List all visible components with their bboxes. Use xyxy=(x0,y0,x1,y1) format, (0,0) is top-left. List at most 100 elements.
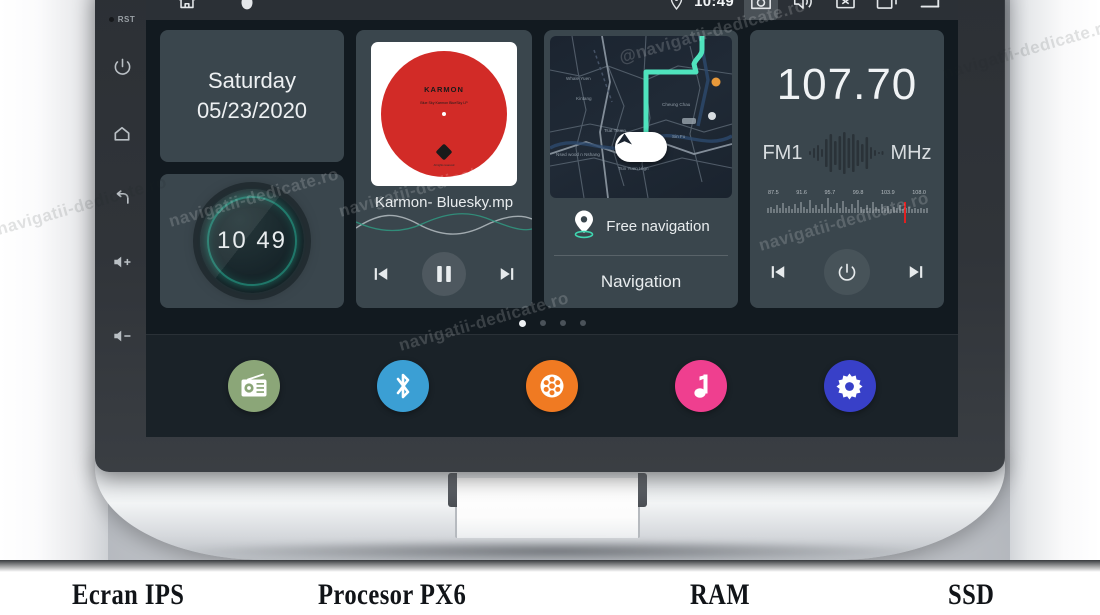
radio-power-button[interactable] xyxy=(824,249,870,295)
film-reel-icon xyxy=(540,374,564,398)
next-station-button[interactable] xyxy=(906,262,926,282)
screenshot-root: RST 10:49 Saturday 05/23/2020 10 49 KARM… xyxy=(0,0,1100,615)
vehicle-position-marker xyxy=(615,132,667,162)
page-dot[interactable] xyxy=(559,320,566,326)
navigation-title: Navigation xyxy=(600,272,682,291)
dock-item-settings[interactable] xyxy=(823,360,876,412)
map-roads: Whale Yuen Kintang Tsat Tsuen Cheung Cha… xyxy=(550,36,732,198)
app-dock xyxy=(146,334,958,437)
status-bar-clock: 10:49 xyxy=(694,0,734,10)
radio-frequency: 107.70 xyxy=(776,60,918,109)
date-weekday: Saturday xyxy=(207,68,297,93)
previous-station-button[interactable] xyxy=(768,262,788,282)
pause-icon xyxy=(437,266,451,282)
next-track-button[interactable] xyxy=(497,264,517,284)
music-widget[interactable]: KARMON Blue Sky Karmon BlueSky LP All ri… xyxy=(356,30,532,308)
svg-text:Tsin Yuen Hign: Tsin Yuen Hign xyxy=(618,166,649,171)
dock-item-radio[interactable] xyxy=(228,360,281,412)
spec-banner: Ecran IPS Procesor PX6 RAM SSD xyxy=(0,560,1100,615)
free-navigation-row[interactable]: Free navigation xyxy=(554,198,728,256)
dashboard-shadow xyxy=(185,540,925,562)
navigation-widget[interactable]: Whale Yuen Kintang Tsat Tsuen Cheung Cha… xyxy=(544,30,738,308)
dock-item-bluetooth[interactable] xyxy=(377,360,430,412)
page-dot[interactable] xyxy=(579,320,586,326)
radio-tuning-scale[interactable]: 87.5 91.6 95.7 99.8 103.9 108.0 xyxy=(766,190,928,231)
banner-gradient xyxy=(0,560,1100,572)
navigation-arrow-icon xyxy=(617,133,632,145)
close-box-icon[interactable] xyxy=(828,0,862,16)
reset-pinhole[interactable]: RST xyxy=(108,12,136,26)
album-brand-label: KARMON xyxy=(424,85,464,94)
page-dot-active[interactable] xyxy=(518,319,526,327)
svg-text:Cheung Chau: Cheung Chau xyxy=(662,102,691,107)
navigation-title-row[interactable]: Navigation xyxy=(544,256,738,308)
radio-widget[interactable]: 107.70 FM1 MHz 87.5 91.6 95.7 99.8 103.9… xyxy=(750,30,944,308)
skip-previous-icon xyxy=(771,266,785,278)
previous-track-button[interactable] xyxy=(371,264,391,284)
clock-widget[interactable]: 10 49 xyxy=(160,174,344,308)
clock-dial: 10 49 xyxy=(200,189,304,293)
status-shield-icon[interactable] xyxy=(230,0,264,16)
map-poi-grey xyxy=(708,112,716,120)
skip-previous-icon xyxy=(375,268,388,280)
map-preview[interactable]: Whale Yuen Kintang Tsat Tsuen Cheung Cha… xyxy=(550,36,732,198)
play-pause-button[interactable] xyxy=(421,252,466,296)
svg-text:Nsed wood n Nshang: Nsed wood n Nshang xyxy=(556,152,600,157)
hardware-power-button[interactable] xyxy=(102,46,142,86)
date-value: 05/23/2020 xyxy=(196,98,308,123)
spec-item-processor: Procesor PX6 xyxy=(318,578,467,611)
bluetooth-icon xyxy=(396,373,410,399)
svg-text:Kintang: Kintang xyxy=(576,96,592,101)
volume-icon[interactable] xyxy=(786,0,820,16)
camera-icon[interactable] xyxy=(744,0,778,20)
radio-icon xyxy=(241,373,267,397)
radio-unit-label: MHz xyxy=(890,141,932,164)
clock-time: 10 49 xyxy=(216,227,288,254)
hardware-back-button[interactable] xyxy=(102,178,142,218)
hardware-key-column: RST xyxy=(96,0,148,472)
recent-apps-icon[interactable] xyxy=(870,0,904,16)
map-poi-orange xyxy=(711,77,721,87)
status-bar: 10:49 xyxy=(146,0,958,20)
hardware-volume-up-button[interactable] xyxy=(102,242,142,282)
svg-text:Sin Fu: Sin Fu xyxy=(672,134,686,139)
power-icon xyxy=(113,57,132,76)
skip-next-icon xyxy=(909,266,923,278)
free-navigation-label: Free navigation xyxy=(606,218,710,235)
radio-scale-ruler xyxy=(767,198,928,223)
status-bar-right: 10:49 xyxy=(666,0,946,20)
dock-item-music[interactable] xyxy=(674,360,727,412)
volume-down-icon xyxy=(112,328,132,344)
dock-item-video[interactable] xyxy=(525,360,578,412)
gear-icon xyxy=(836,372,863,400)
skip-next-icon xyxy=(500,268,513,280)
status-home-icon[interactable] xyxy=(170,0,204,16)
album-disc: KARMON Blue Sky Karmon BlueSky LP All ri… xyxy=(381,51,507,177)
volume-up-icon xyxy=(112,254,132,270)
home-icon xyxy=(112,124,132,144)
reset-pinhole-icon xyxy=(108,16,114,22)
radio-band-row: FM1 MHz xyxy=(750,132,944,174)
album-spindle-hole xyxy=(442,112,446,117)
dashboard-left-trim xyxy=(0,0,108,560)
status-back-arrow-icon[interactable] xyxy=(912,0,946,16)
radio-band-label: FM1 xyxy=(762,141,803,164)
location-pin-icon xyxy=(666,0,686,16)
page-indicator xyxy=(146,312,958,334)
hardware-home-button[interactable] xyxy=(102,114,142,154)
svg-text:Whale Yuen: Whale Yuen xyxy=(566,76,591,81)
dashboard-right-trim xyxy=(1010,0,1100,560)
spec-item-ram: RAM xyxy=(690,578,750,611)
date-widget[interactable]: Saturday 05/23/2020 xyxy=(160,30,344,162)
album-logo-icon xyxy=(435,143,453,161)
date-clock-column: Saturday 05/23/2020 10 49 xyxy=(160,30,344,308)
spec-item-ssd: SSD xyxy=(948,578,995,611)
music-controls xyxy=(356,248,532,300)
status-bar-left xyxy=(170,0,264,16)
album-art: KARMON Blue Sky Karmon BlueSky LP All ri… xyxy=(371,42,517,186)
page-dot[interactable] xyxy=(539,320,546,326)
radio-controls xyxy=(750,246,944,298)
album-subtitle: Blue Sky Karmon BlueSky LP xyxy=(420,101,468,105)
power-icon xyxy=(838,263,856,281)
hardware-volume-down-button[interactable] xyxy=(102,316,142,356)
